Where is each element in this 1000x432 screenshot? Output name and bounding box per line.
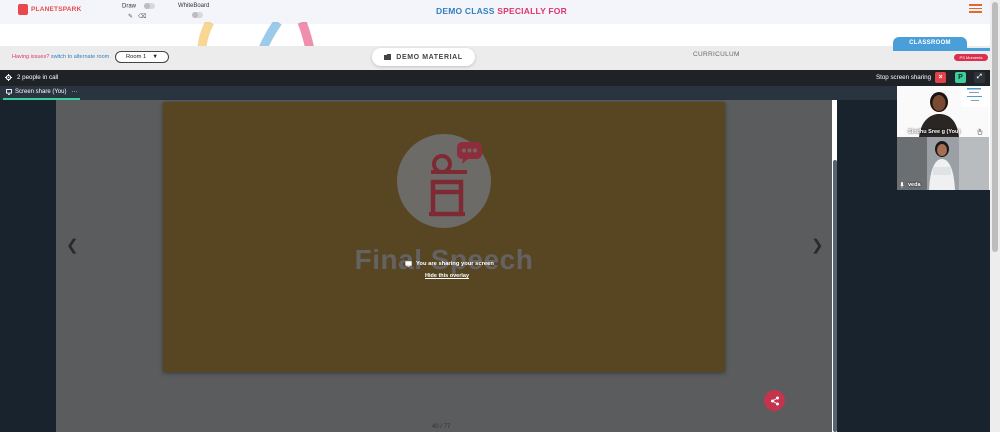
stage-scrollbar[interactable] <box>833 160 837 432</box>
draw-toggle[interactable] <box>143 3 155 9</box>
room-bar: Having issues? switch to alternate room … <box>0 37 990 70</box>
room-select[interactable]: Room 1 ▼ <box>115 51 169 63</box>
participant-name-self: Sindhu Sree g (You) <box>900 129 960 135</box>
curriculum-tab[interactable]: CURRICULUM <box>693 51 740 58</box>
stage-right-gutter <box>837 100 897 432</box>
close-icon: × <box>938 74 943 81</box>
share-icon <box>770 396 779 405</box>
p-label: P <box>958 74 963 81</box>
raise-hand-icon[interactable] <box>977 128 983 135</box>
next-slide-icon[interactable]: ❯ <box>811 236 824 254</box>
microphone-icon <box>900 129 904 135</box>
stage-left-gutter <box>0 100 56 432</box>
whiteboard-label: WhiteBoard <box>178 3 210 9</box>
hide-overlay-link[interactable]: Hide this overlay <box>425 273 469 279</box>
people-count: 2 people in call <box>17 74 59 81</box>
pin-p-button[interactable]: P <box>955 72 966 83</box>
participant-name-veda: veda <box>900 182 921 188</box>
gear-icon <box>5 74 12 81</box>
prev-slide-icon[interactable]: ❮ <box>66 236 79 254</box>
microphone-icon <box>900 182 904 188</box>
ps-moments-badge[interactable]: PS Moments <box>954 54 988 61</box>
title-part-1: DEMO CLASS <box>436 6 495 16</box>
app-root: PLANETSPARK Draw ✎ ⌫ WhiteBoard DEMO CLA… <box>0 0 1000 432</box>
demo-material-button[interactable]: DEMO MATERIAL <box>372 48 475 66</box>
page-scrollbar-thumb[interactable] <box>992 2 998 252</box>
classroom-tab[interactable]: CLASSROOM <box>893 37 967 48</box>
demo-material-label: DEMO MATERIAL <box>396 53 463 61</box>
participant-name-label: veda <box>908 182 921 188</box>
screen-share-tab[interactable]: Screen share (You) ··· <box>3 86 81 100</box>
more-options-icon[interactable]: ··· <box>71 89 77 95</box>
people-in-call[interactable]: 2 people in call <box>5 74 58 81</box>
stage-header: Screen share (You) ··· <box>0 86 897 100</box>
share-button[interactable] <box>764 390 785 411</box>
fullscreen-button[interactable]: ⤢ <box>974 72 985 83</box>
planetspark-logo[interactable]: PLANETSPARK <box>18 4 81 15</box>
pencil-icon[interactable]: ✎ <box>128 13 133 20</box>
monitor-icon <box>405 261 412 267</box>
top-header: PLANETSPARK Draw ✎ ⌫ WhiteBoard DEMO CLA… <box>0 0 990 24</box>
slide-page-indicator: 40 / 77 <box>432 424 451 430</box>
room-select-value: Room 1 <box>125 54 147 60</box>
speaker-podium-icon <box>429 142 482 217</box>
whiteboard-toggle[interactable] <box>192 12 203 18</box>
switch-room-link[interactable]: switch to alternate room <box>51 54 109 60</box>
screen-share-tab-label: Screen share (You) <box>15 89 67 95</box>
participant-tile-veda[interactable]: veda <box>897 137 989 190</box>
stop-sharing-button[interactable]: × <box>935 72 946 83</box>
folder-icon <box>384 54 392 60</box>
ps-moments-label: PS Moments <box>959 55 983 60</box>
sharing-overlay-message: You are sharing your screen <box>405 261 494 267</box>
hamburger-menu-icon[interactable] <box>969 4 982 14</box>
whiteboard-tool: WhiteBoard <box>178 3 210 18</box>
caret-down-icon: ▼ <box>152 54 159 60</box>
logo-icon <box>18 4 28 15</box>
issues-message: Having issues? switch to alternate room <box>12 54 109 60</box>
draw-label: Draw <box>122 3 137 10</box>
logo-text: PLANETSPARK <box>31 6 82 13</box>
slide-title: Final Speech <box>354 244 534 275</box>
page-title: DEMO CLASS SPECIALLY FOR <box>436 6 567 16</box>
eraser-icon[interactable]: ⌫ <box>138 13 146 20</box>
call-bar: 2 people in call Stop screen sharing × P… <box>0 70 990 86</box>
participant-name-label: Sindhu Sree g (You) <box>908 129 961 135</box>
title-part-2: SPECIALLY FOR <box>497 6 567 16</box>
presentation-slide: Final Speech <box>163 102 725 372</box>
monitor-icon <box>6 89 12 95</box>
participant-tile-self[interactable]: Sindhu Sree g (You) <box>897 86 989 137</box>
stop-sharing-label: Stop screen sharing <box>876 74 932 81</box>
expand-icon: ⤢ <box>977 74 982 80</box>
draw-tool-icons: ✎ ⌫ <box>128 13 147 20</box>
issues-text: Having issues? <box>12 54 50 60</box>
classroom-tab-underline <box>893 48 990 51</box>
sharing-overlay-text: You are sharing your screen <box>416 261 494 267</box>
draw-tool: Draw ✎ ⌫ <box>122 3 155 20</box>
participants-gutter <box>897 190 990 432</box>
